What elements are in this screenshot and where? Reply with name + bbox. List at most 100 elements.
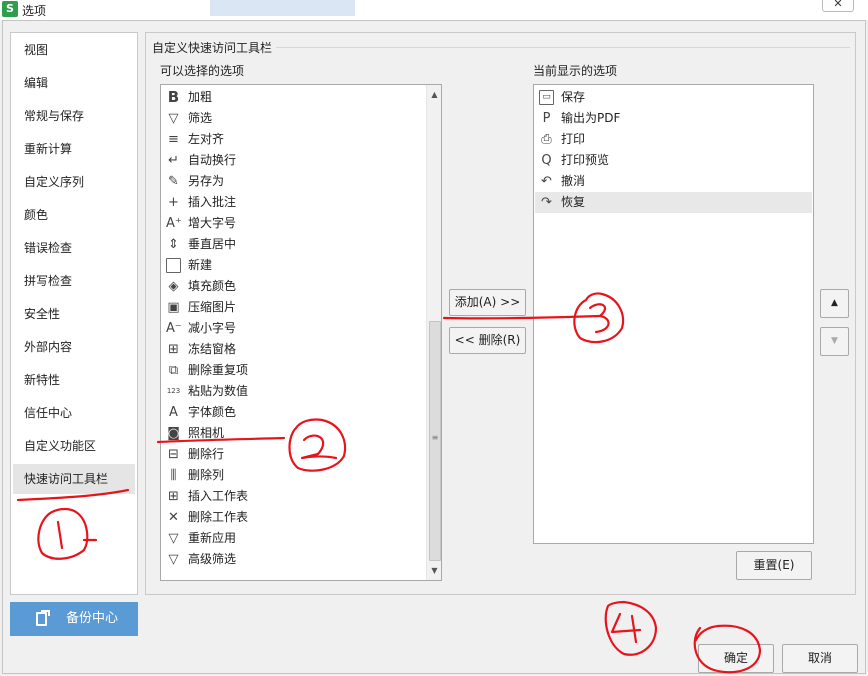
list-item[interactable]: 123 粘贴为数值 (162, 381, 424, 402)
current-options-list[interactable]: ▭ 保存 P 输出为PDF ⎙ 打印 Q 打印预览 ↶ 撤消 ↷ 恢复 (533, 84, 814, 544)
vertical-center-icon: ⇕ (168, 237, 179, 252)
available-options-list[interactable]: ▲ ≡ ▼ B 加粗 ▽ 筛选 ≡ 左对齐 ↵ 自动换行 ✎ 另存为 + 插入批注 A⁺ 增大字号 ⇕ 垂直居… (160, 84, 442, 581)
list-item[interactable]: Q 打印预览 (535, 150, 812, 171)
list-item-label: 删除重复项 (188, 363, 249, 377)
sidebar-item[interactable]: 外部内容 (13, 332, 135, 362)
list-item[interactable]: A⁻ 减小字号 (162, 318, 424, 339)
list-item-label: 筛选 (188, 111, 213, 125)
sidebar-item[interactable]: 信任中心 (13, 398, 135, 428)
sidebar-item[interactable]: 错误检查 (13, 233, 135, 263)
list-item[interactable]: ⊞ 冻结窗格 (162, 339, 424, 360)
list-item-label: 增大字号 (188, 216, 237, 230)
redo-icon: ↷ (541, 195, 552, 210)
list-item[interactable]: ⎙ 打印 (535, 129, 812, 150)
window-title: 选项 (22, 4, 47, 18)
list-item-label: 删除列 (188, 468, 225, 482)
bold-icon: B (167, 88, 180, 106)
sidebar-item[interactable]: 新特性 (13, 365, 135, 395)
list-item[interactable]: ◈ 填充颜色 (162, 276, 424, 297)
available-options-title: 可以选择的选项 (160, 64, 245, 78)
list-item[interactable]: + 插入批注 (162, 192, 424, 213)
list-item-label: 插入批注 (188, 195, 237, 209)
list-item[interactable]: P 输出为PDF (535, 108, 812, 129)
sidebar-item[interactable]: 重新计算 (13, 134, 135, 164)
scroll-up-arrow-icon[interactable]: ▲ (427, 87, 441, 102)
list-item-label: 加粗 (188, 90, 213, 104)
list-item-label: 删除行 (188, 447, 225, 461)
print-icon: ⎙ (541, 132, 552, 147)
list-item-label: 新建 (188, 258, 213, 272)
list-item[interactable]: 新建 (162, 255, 424, 276)
list-item[interactable]: B 加粗 (162, 87, 424, 108)
available-list-scrollbar[interactable]: ▲ ≡ ▼ (426, 85, 441, 580)
save-icon: ▭ (539, 90, 554, 105)
remove-button[interactable]: << 删除(R) (449, 327, 526, 354)
scroll-thumb[interactable]: ≡ (429, 321, 441, 561)
sidebar-item[interactable]: 自定义功能区 (13, 431, 135, 461)
list-item[interactable]: ↶ 撤消 (535, 171, 812, 192)
list-item[interactable]: ▭ 保存 (535, 87, 812, 108)
reapply-filter-icon: ▽ (168, 531, 179, 546)
list-item[interactable]: ▣ 压缩图片 (162, 297, 424, 318)
list-item-label: 压缩图片 (188, 300, 237, 314)
app-logo-icon: S (2, 1, 18, 17)
filter-icon: ▽ (168, 111, 179, 126)
insert-comment-icon: + (168, 195, 179, 210)
list-item[interactable]: ⊞ 插入工作表 (162, 486, 424, 507)
sidebar-item[interactable]: 拼写检查 (13, 266, 135, 296)
sidebar-item[interactable]: 常规与保存 (13, 101, 135, 131)
add-button[interactable]: 添加(A) >> (449, 289, 526, 316)
list-item[interactable]: ▽ 重新应用 (162, 528, 424, 549)
list-item-label: 撤消 (561, 174, 586, 188)
list-item[interactable]: ⊟ 删除行 (162, 444, 424, 465)
backup-center-button[interactable]: 备份中心 (10, 602, 138, 636)
save-as-icon: ✎ (168, 174, 179, 189)
sidebar-item[interactable]: 视图 (13, 35, 135, 65)
undo-icon: ↶ (541, 174, 552, 189)
title-bar: S 选项 ✕ (0, 0, 868, 20)
backup-center-label: 备份中心 (66, 611, 119, 626)
sidebar-item[interactable]: 颜色 (13, 200, 135, 230)
current-options-title: 当前显示的选项 (533, 64, 618, 78)
sidebar-item[interactable]: 安全性 (13, 299, 135, 329)
options-nav: 视图 编辑 常规与保存 重新计算 自定义序列 颜色 错误检查 拼写检查 安全性 外部内容 新特性 信任… (10, 32, 138, 595)
cancel-button[interactable]: 取消 (782, 644, 858, 673)
list-item[interactable]: ✕ 删除工作表 (162, 507, 424, 528)
close-button[interactable]: ✕ (822, 0, 854, 12)
sidebar-item[interactable]: 编辑 (13, 68, 135, 98)
paste-values-icon: 123 (166, 387, 181, 395)
list-item[interactable]: ⇕ 垂直居中 (162, 234, 424, 255)
list-item[interactable]: ▽ 筛选 (162, 108, 424, 129)
list-item[interactable]: ↷ 恢复 (535, 192, 812, 213)
list-item[interactable]: ✎ 另存为 (162, 171, 424, 192)
list-item[interactable]: ↵ 自动换行 (162, 150, 424, 171)
list-item[interactable]: A⁺ 增大字号 (162, 213, 424, 234)
move-down-button[interactable]: ▼ (820, 327, 849, 356)
list-item-label: 打印预览 (561, 153, 610, 167)
backup-icon (36, 610, 50, 626)
list-item-label: 照相机 (188, 426, 225, 440)
list-item[interactable]: ⫼ 删除列 (162, 465, 424, 486)
list-item[interactable]: A 字体颜色 (162, 402, 424, 423)
export-pdf-icon: P (542, 111, 551, 126)
list-item[interactable]: ▽ 高级筛选 (162, 549, 424, 570)
move-up-button[interactable]: ▲ (820, 289, 849, 318)
print-preview-icon: Q (541, 153, 552, 168)
section-title: 自定义快速访问工具栏 (152, 41, 273, 55)
scroll-down-arrow-icon[interactable]: ▼ (427, 563, 441, 578)
list-item[interactable]: ◙ 照相机 (162, 423, 424, 444)
list-item-label: 粘贴为数值 (188, 384, 249, 398)
list-item-label: 填充颜色 (188, 279, 237, 293)
list-item-label: 输出为PDF (561, 111, 621, 125)
list-item-label: 冻结窗格 (188, 342, 237, 356)
camera-icon: ◙ (167, 426, 180, 441)
ok-button[interactable]: 确定 (698, 644, 774, 673)
wrap-text-icon: ↵ (168, 153, 179, 168)
reset-button[interactable]: 重置(E) (736, 551, 812, 580)
sidebar-item[interactable]: 快速访问工具栏 (13, 464, 135, 494)
list-item-label: 字体颜色 (188, 405, 237, 419)
list-item[interactable]: ≡ 左对齐 (162, 129, 424, 150)
list-item-label: 插入工作表 (188, 489, 249, 503)
list-item[interactable]: ⧉ 删除重复项 (162, 360, 424, 381)
sidebar-item[interactable]: 自定义序列 (13, 167, 135, 197)
